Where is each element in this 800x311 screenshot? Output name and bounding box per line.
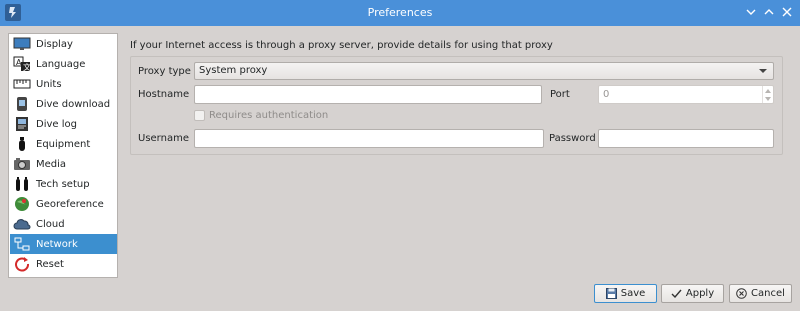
preferences-sidebar: Display A文 Language Units Dive download …: [8, 33, 118, 278]
display-icon: [12, 36, 32, 52]
sidebar-item-georeference[interactable]: Georeference: [10, 194, 117, 214]
media-icon: [12, 156, 32, 172]
password-field[interactable]: [598, 129, 774, 148]
reset-icon: [12, 256, 32, 272]
minimize-icon[interactable]: [743, 4, 759, 20]
requires-authentication-label: Requires authentication: [209, 110, 329, 121]
georeference-icon: [12, 196, 32, 212]
sidebar-item-label: Dive download: [36, 98, 111, 110]
svg-text:文: 文: [23, 62, 31, 72]
chevron-down-icon: [759, 69, 767, 73]
title-bar[interactable]: Preferences: [0, 0, 800, 26]
apply-button[interactable]: Apply: [661, 284, 724, 303]
spin-divider: [762, 86, 763, 103]
sidebar-item-dive-download[interactable]: Dive download: [10, 94, 117, 114]
username-label: Username: [138, 133, 189, 144]
proxy-type-dropdown[interactable]: System proxy: [194, 62, 774, 80]
spin-down-icon[interactable]: [765, 97, 771, 101]
sidebar-item-label: Dive log: [36, 118, 77, 130]
checkmark-icon: [671, 289, 682, 298]
cloud-icon: [12, 216, 32, 232]
close-icon[interactable]: [779, 4, 795, 20]
port-value: 0: [603, 89, 610, 100]
dive-log-icon: [12, 116, 32, 132]
hostname-label: Hostname: [138, 89, 190, 100]
sidebar-item-label: Georeference: [36, 198, 104, 210]
cancel-button[interactable]: Cancel: [729, 284, 792, 303]
username-field[interactable]: [194, 129, 544, 148]
sidebar-item-language[interactable]: A文 Language: [10, 54, 117, 74]
sidebar-item-reset[interactable]: Reset: [10, 254, 117, 274]
sidebar-item-units[interactable]: Units: [10, 74, 117, 94]
cancel-button-label: Cancel: [751, 288, 785, 299]
sidebar-item-label: Display: [36, 38, 73, 50]
equipment-icon: [12, 136, 32, 152]
proxy-type-value: System proxy: [199, 65, 268, 76]
sidebar-item-media[interactable]: Media: [10, 154, 117, 174]
sidebar-item-tech-setup[interactable]: Tech setup: [10, 174, 117, 194]
save-button-label: Save: [620, 288, 646, 299]
tech-setup-icon: [12, 176, 32, 192]
sidebar-item-equipment[interactable]: Equipment: [10, 134, 117, 154]
sidebar-item-label: Cloud: [36, 218, 65, 230]
port-spinbox[interactable]: 0: [598, 85, 774, 104]
proxy-type-label: Proxy type: [138, 66, 191, 77]
sidebar-item-label: Reset: [36, 258, 64, 270]
units-icon: [12, 76, 32, 92]
sidebar-item-label: Media: [36, 158, 67, 170]
maximize-icon[interactable]: [761, 4, 777, 20]
password-label: Password: [549, 133, 596, 144]
apply-button-label: Apply: [685, 288, 715, 299]
save-button[interactable]: Save: [594, 284, 657, 303]
floppy-disk-icon: [605, 288, 617, 299]
sidebar-item-label: Equipment: [36, 138, 91, 150]
sidebar-item-label: Units: [36, 78, 62, 90]
spin-up-icon[interactable]: [765, 89, 771, 93]
sidebar-item-display[interactable]: Display: [10, 34, 117, 54]
hostname-field[interactable]: [194, 85, 542, 104]
cancel-icon: [736, 288, 747, 299]
window-title: Preferences: [367, 6, 433, 19]
sidebar-item-label: Network: [36, 238, 78, 250]
sidebar-item-network[interactable]: Network: [10, 234, 117, 254]
proxy-intro-text: If your Internet access is through a pro…: [130, 40, 553, 51]
sidebar-item-label: Language: [36, 58, 86, 70]
language-icon: A文: [12, 56, 32, 72]
requires-authentication-checkbox[interactable]: [194, 110, 205, 121]
dive-download-icon: [12, 96, 32, 112]
sidebar-item-dive-log[interactable]: Dive log: [10, 114, 117, 134]
sidebar-item-label: Tech setup: [36, 178, 90, 190]
port-label: Port: [550, 89, 570, 100]
network-icon: [12, 236, 32, 252]
sidebar-item-cloud[interactable]: Cloud: [10, 214, 117, 234]
